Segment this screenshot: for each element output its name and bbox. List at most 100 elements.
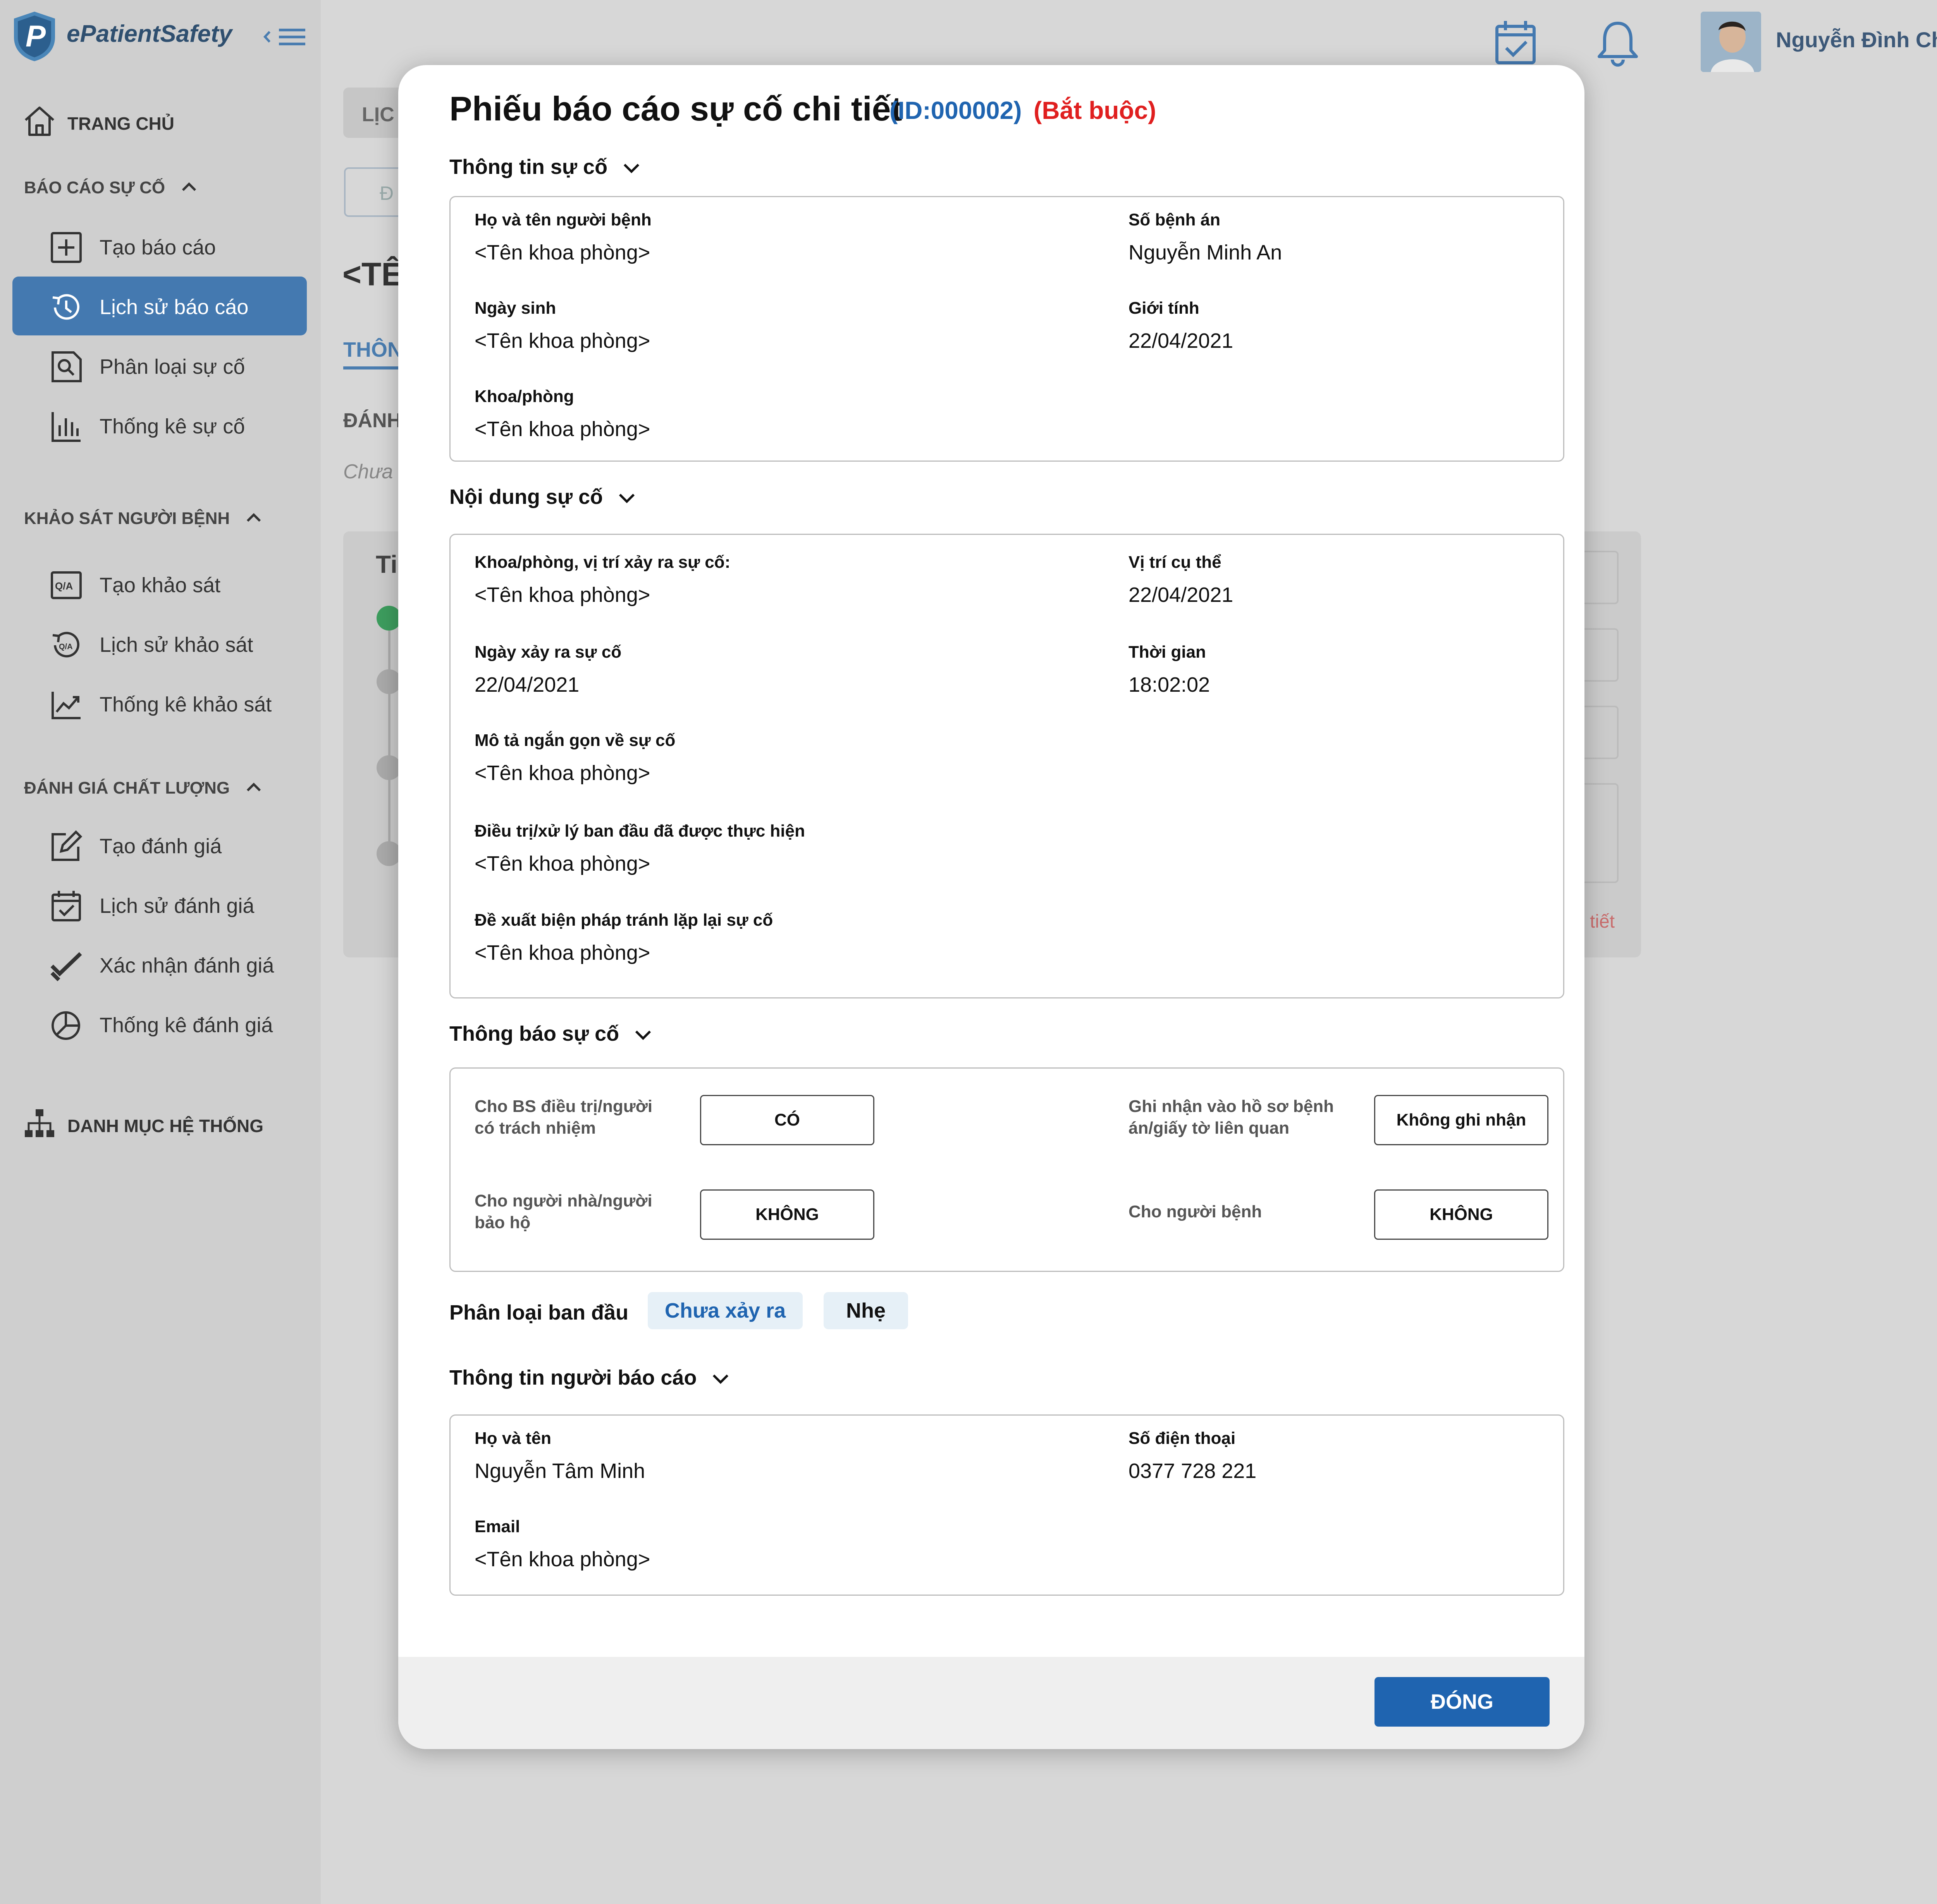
section-bao-cao-su-co[interactable]: BÁO CÁO SỰ CỐ: [24, 178, 198, 198]
field-value: 22/04/2021: [1128, 583, 1233, 607]
field-value: <Tên khoa phòng>: [475, 241, 650, 264]
classification-chip-nhe[interactable]: Nhẹ: [824, 1292, 908, 1329]
section-title: Thông tin người báo cáo: [449, 1366, 697, 1389]
notify-family-button[interactable]: KHÔNG: [700, 1189, 874, 1240]
notify-label: Cho người bệnh: [1128, 1202, 1262, 1221]
notify-patient-button[interactable]: KHÔNG: [1374, 1189, 1548, 1240]
chevron-down-icon: [713, 1374, 729, 1384]
nav-lich-su-danh-gia[interactable]: Lịch sử đánh giá: [12, 875, 307, 934]
trend-chart-icon: [52, 692, 81, 719]
nav-label: Tạo đánh giá: [100, 835, 222, 858]
nav-label: Tạo khảo sát: [100, 574, 221, 597]
bg-card-title: Ti: [376, 550, 397, 578]
bg-button-label: Đ: [380, 182, 394, 204]
chevron-up-icon: [247, 513, 261, 522]
qa-icon: Q/A: [51, 571, 82, 599]
nav-phan-loai-su-co[interactable]: Phân loại sự cố: [12, 336, 307, 395]
modal-id: (ID:000002): [889, 96, 1022, 124]
field-value: 22/04/2021: [1128, 329, 1233, 352]
field-value: <Tên khoa phòng>: [475, 583, 650, 607]
incident-content-box: Khoa/phòng, vị trí xảy ra sự cố: <Tên kh…: [449, 534, 1564, 998]
field-value: 18:02:02: [1128, 673, 1210, 696]
svg-text:Q/A: Q/A: [59, 643, 73, 651]
bg-step-dot: [377, 755, 401, 780]
calendar-check-icon[interactable]: [1492, 19, 1539, 65]
bg-page-title: <TÊ: [342, 256, 403, 292]
field-label: Khoa/phòng: [475, 387, 574, 406]
nav-thong-ke-su-co[interactable]: Thống kê sự cố: [12, 396, 307, 455]
section-thong-tin-nguoi-bao-cao[interactable]: Thông tin người báo cáo: [449, 1366, 731, 1390]
menu-collapse-icon[interactable]: [262, 23, 308, 50]
nav-label: DANH MỤC HỆ THỐNG: [67, 1116, 263, 1136]
bg-status-chua: Chưa: [343, 461, 393, 483]
pie-chart-icon: [52, 1011, 80, 1040]
notify-label: Ghi nhận vào hồ sơ bệnh án/giấy tờ liên …: [1128, 1097, 1334, 1138]
field-label: Thời gian: [1128, 643, 1206, 662]
bg-heading-danh: ĐÁNH: [343, 409, 402, 432]
field-value: <Tên khoa phòng>: [475, 329, 650, 352]
modal-required: (Bắt buộc): [1034, 96, 1156, 124]
nav-label: Thống kê sự cố: [100, 415, 245, 438]
nav-thong-ke-danh-gia[interactable]: Thống kê đánh giá: [12, 995, 307, 1053]
nav-tao-danh-gia[interactable]: Tạo đánh giá: [12, 816, 307, 875]
close-button[interactable]: ĐÓNG: [1374, 1677, 1550, 1727]
chevron-up-icon: [182, 182, 196, 191]
sidebar: P ePatientSafety TRANG CHỦ BÁO CÁO SỰ CỐ…: [0, 0, 321, 1904]
notify-label: Cho người nhà/người bảo hộ: [475, 1191, 652, 1232]
nav-thong-ke-khao-sat[interactable]: Thống kê khảo sát: [12, 674, 307, 733]
bell-icon[interactable]: [1593, 18, 1643, 67]
section-thong-bao-su-co[interactable]: Thông báo sự cố: [449, 1022, 653, 1046]
field-value: <Tên khoa phòng>: [475, 941, 650, 964]
nav-home[interactable]: TRANG CHỦ: [22, 101, 309, 140]
modal-footer: ĐÓNG: [398, 1657, 1584, 1749]
section-noi-dung-su-co[interactable]: Nội dung sự cố: [449, 485, 637, 509]
nav-home-label: TRANG CHỦ: [67, 113, 174, 134]
bg-step-dot: [377, 606, 401, 631]
chevron-up-icon: [247, 782, 261, 792]
nav-danh-muc-he-thong[interactable]: DANH MỤC HỆ THỐNG: [22, 1104, 317, 1143]
field-value: 0377 728 221: [1128, 1459, 1257, 1483]
field-label: Email: [475, 1517, 520, 1536]
nav-label: Thống kê đánh giá: [100, 1014, 273, 1037]
nav-lich-su-bao-cao[interactable]: Lịch sử báo cáo: [12, 277, 307, 335]
nav-tao-bao-cao[interactable]: Tạo báo cáo: [12, 217, 307, 276]
home-icon: [25, 107, 54, 136]
section-thong-tin-su-co[interactable]: Thông tin sự cố: [449, 155, 642, 179]
svg-text:Q/A: Q/A: [55, 580, 73, 592]
bg-tab-thong-tin[interactable]: THÔN: [343, 338, 403, 362]
nav-xac-nhan-danh-gia[interactable]: Xác nhận đánh giá: [12, 935, 307, 994]
notify-doctor-button[interactable]: CÓ: [700, 1095, 874, 1145]
section-title: Thông tin sự cố: [449, 155, 608, 179]
field-label: Vị trí cụ thể: [1128, 553, 1221, 572]
avatar[interactable]: [1701, 12, 1761, 72]
double-check-icon: [50, 952, 82, 981]
section-khao-sat[interactable]: KHẢO SÁT NGƯỜI BỆNH: [24, 509, 262, 528]
field-label: Họ và tên người bệnh: [475, 210, 652, 229]
section-danh-gia[interactable]: ĐÁNH GIÁ CHẤT LƯỢNG: [24, 778, 262, 798]
bg-step-line: [388, 620, 390, 852]
classification-chip-chua-xay-ra[interactable]: Chưa xảy ra: [648, 1292, 803, 1329]
classification-label: Phân loại ban đầu: [449, 1301, 629, 1324]
nav-lich-su-khao-sat[interactable]: Q/A Lịch sử khảo sát: [12, 614, 307, 673]
notify-label: Cho BS điều trị/người có trách nhiệm: [475, 1097, 653, 1138]
avatar-image: [1701, 12, 1761, 72]
field-value: Nguyễn Minh An: [1128, 241, 1282, 264]
bg-link-tiet[interactable]: tiết: [1590, 911, 1615, 932]
nav-label: Thống kê khảo sát: [100, 693, 272, 716]
reporter-info-box: Họ và tên Nguyễn Tâm Minh Số điện thoại …: [449, 1414, 1564, 1596]
svg-text:P: P: [26, 19, 46, 53]
bg-step-dot: [377, 841, 401, 866]
chevron-down-icon: [619, 493, 635, 503]
bar-chart-icon: [52, 412, 81, 442]
sitemap-icon: [25, 1109, 54, 1137]
record-button[interactable]: Không ghi nhận: [1374, 1095, 1548, 1145]
field-label: Điều trị/xử lý ban đầu đã được thực hiện: [475, 821, 805, 840]
nav-tao-khao-sat[interactable]: Q/A Tạo khảo sát: [12, 555, 307, 613]
classify-icon: [52, 351, 82, 382]
chevron-down-icon: [623, 163, 640, 174]
field-label: Họ và tên: [475, 1429, 552, 1448]
field-label: Mô tả ngắn gọn về sự cố: [475, 731, 676, 750]
user-name[interactable]: Nguyễn Đình Chiện: [1776, 27, 1937, 52]
nav-label: Xác nhận đánh giá: [100, 954, 274, 977]
calendar-check-icon: [52, 891, 81, 921]
